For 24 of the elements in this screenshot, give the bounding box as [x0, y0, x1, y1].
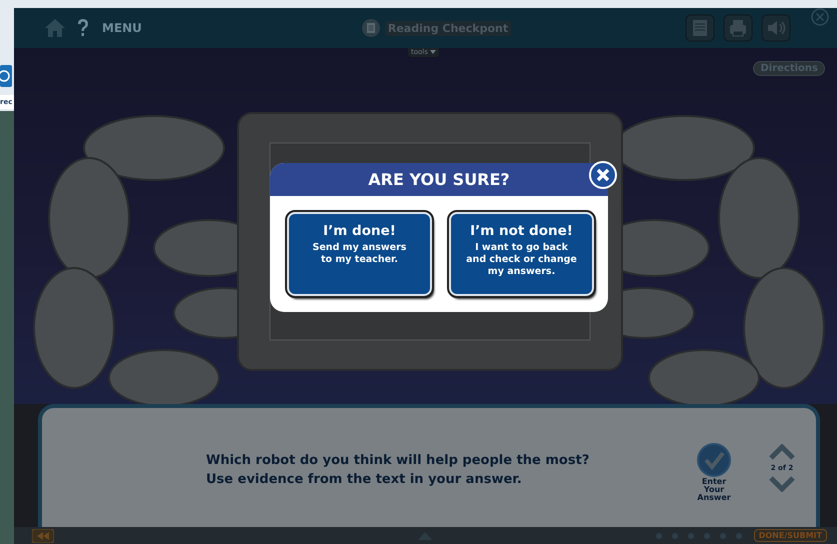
notepad-icon[interactable]	[684, 14, 715, 42]
choice-button[interactable]: I’m not done! I want to go back and check or change my answers.	[449, 212, 594, 296]
home-icon[interactable]	[44, 18, 66, 38]
page-dot-icon[interactable]	[672, 532, 678, 538]
page-dot-icon[interactable]	[736, 532, 742, 538]
print-icon[interactable]	[722, 14, 753, 42]
choice-button[interactable]: I’m done! Send my answers to my teacher.	[287, 212, 432, 296]
checkmark-icon	[697, 443, 731, 477]
menu-button[interactable]: MENU	[102, 21, 142, 35]
app-icon[interactable]	[0, 65, 12, 87]
dialog-title: ARE YOU SURE?	[368, 170, 510, 189]
chevron-up-icon[interactable]	[769, 444, 795, 460]
speaker-icon[interactable]	[760, 14, 791, 42]
page-dot-icon[interactable]	[720, 532, 726, 538]
page-dot-icon[interactable]	[688, 532, 694, 538]
page-dot-icon[interactable]	[656, 532, 662, 538]
caret-icon	[430, 50, 436, 54]
page-dot-icon[interactable]	[704, 532, 710, 538]
question-text: Which robot do you think will help people the most? Use evidence from the text in your answer.	[206, 452, 590, 488]
chevron-down-icon[interactable]	[769, 476, 795, 492]
help-icon[interactable]	[76, 18, 90, 38]
enter-answer-button[interactable]: Enter Your Answer	[690, 443, 738, 502]
rewind-icon[interactable]	[32, 528, 54, 542]
document-icon	[362, 19, 380, 37]
